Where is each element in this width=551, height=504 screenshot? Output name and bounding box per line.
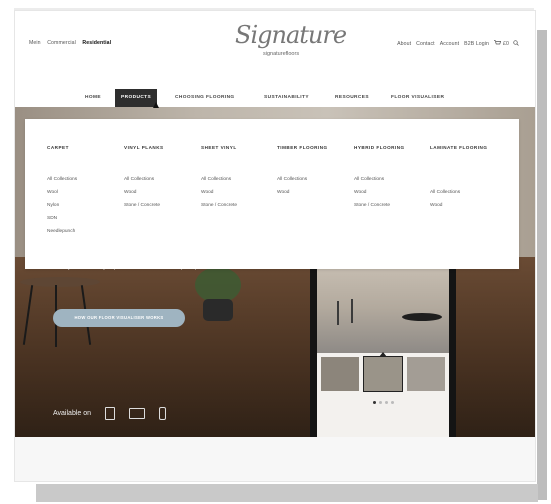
- tablet-icon: [105, 407, 116, 420]
- menu-link[interactable]: Needlepunch: [47, 225, 127, 238]
- floor-visualiser-cta-button[interactable]: HOW OUR FLOOR VISUALISER WORKS: [53, 309, 185, 327]
- available-on-label: Available on: [53, 410, 92, 417]
- menu-link[interactable]: Wood: [430, 199, 490, 212]
- utility-nav-left: Mein Commercial Residential: [29, 40, 116, 46]
- floor-swatch-selected[interactable]: [363, 356, 403, 392]
- menu-link[interactable]: All Collections: [124, 173, 204, 186]
- menu-link[interactable]: Wood: [201, 186, 281, 199]
- menu-link[interactable]: Nylon: [47, 199, 127, 212]
- signature-logo[interactable]: Signature signaturefloors: [225, 21, 347, 63]
- utility-link-mein[interactable]: Mein: [29, 40, 41, 46]
- menu-link[interactable]: All Collections: [201, 173, 281, 186]
- stool-leg: [351, 299, 353, 323]
- mouse-cursor-icon: [153, 102, 159, 108]
- menu-heading-laminate-flooring[interactable]: LAMINATE FLOORING: [430, 143, 490, 173]
- menu-link[interactable]: Stone / Concrete: [124, 199, 204, 212]
- search-icon[interactable]: [513, 40, 519, 48]
- card-shadow-right: [537, 30, 547, 500]
- menu-column-laminate-flooring: LAMINATE FLOORING All Collections Wood: [430, 143, 490, 212]
- menu-link[interactable]: All Collections: [430, 186, 490, 199]
- phone-icon: [159, 407, 167, 420]
- carousel-dot[interactable]: [385, 401, 388, 404]
- phone-mockup: [310, 251, 456, 437]
- cart-icon[interactable]: [494, 40, 502, 48]
- nav-floor-visualiser[interactable]: FLOOR VISUALISER: [391, 89, 444, 107]
- menu-link[interactable]: Stone / Concrete: [354, 199, 434, 212]
- menu-column-carpet: CARPET All Collections Wool Nylon SDN Ne…: [47, 143, 127, 238]
- nav-home[interactable]: HOME: [85, 89, 101, 107]
- cart-total[interactable]: £0: [503, 41, 509, 47]
- utility-link-account[interactable]: Account: [440, 41, 459, 47]
- menu-link[interactable]: Wood: [354, 186, 434, 199]
- menu-heading-vinyl-planks[interactable]: VINYL PLANKS: [124, 143, 204, 173]
- menu-heading-hybrid-flooring[interactable]: HYBRID FLOORING: [354, 143, 434, 173]
- nav-resources[interactable]: RESOURCES: [335, 89, 369, 107]
- menu-link[interactable]: Stone / Concrete: [201, 199, 281, 212]
- website-page: Mein Commercial Residential Signature si…: [14, 10, 536, 482]
- utility-link-residential[interactable]: Residential: [82, 40, 111, 46]
- menu-link[interactable]: SDN: [47, 212, 127, 225]
- carousel-dots: [373, 401, 397, 404]
- menu-link[interactable]: All Collections: [354, 173, 434, 186]
- utility-link-about[interactable]: About: [397, 41, 411, 47]
- logo-script-text: Signature: [235, 21, 347, 49]
- menu-column-hybrid-flooring: HYBRID FLOORING All Collections Wood Sto…: [354, 143, 434, 212]
- menu-link[interactable]: Wood: [277, 186, 357, 199]
- below-hero-section: [15, 437, 535, 481]
- phone-screen: [317, 261, 449, 437]
- menu-link[interactable]: All Collections: [277, 173, 357, 186]
- menu-link[interactable]: Wool: [47, 186, 127, 199]
- utility-link-b2b-login[interactable]: B2B Login: [464, 41, 489, 47]
- phone-table: [402, 313, 442, 321]
- utility-nav-right: About Contact Account B2B Login £0: [392, 40, 519, 48]
- plant: [195, 267, 241, 303]
- carousel-dot[interactable]: [373, 401, 376, 404]
- stool-leg: [337, 301, 339, 325]
- plant-pot: [203, 299, 233, 321]
- utility-link-contact[interactable]: Contact: [416, 41, 435, 47]
- card-shadow-bottom: [36, 484, 538, 502]
- menu-heading-carpet[interactable]: CARPET: [47, 143, 127, 173]
- carousel-dot[interactable]: [391, 401, 394, 404]
- products-mega-menu: CARPET All Collections Wool Nylon SDN Ne…: [25, 119, 519, 269]
- floor-swatch[interactable]: [407, 357, 445, 391]
- nav-products[interactable]: PRODUCTS: [115, 89, 158, 107]
- available-on: Available on: [53, 407, 180, 420]
- menu-column-timber-flooring: TIMBER FLOORING All Collections Wood: [277, 143, 357, 199]
- carousel-dot[interactable]: [379, 401, 382, 404]
- menu-link[interactable]: All Collections: [47, 173, 127, 186]
- menu-column-sheet-vinyl: SHEET VINYL All Collections Wood Stone /…: [201, 143, 281, 212]
- menu-column-vinyl-planks: VINYL PLANKS All Collections Wood Stone …: [124, 143, 204, 212]
- logo-subtext: signaturefloors: [263, 51, 300, 57]
- floor-swatch[interactable]: [321, 357, 359, 391]
- menu-heading-timber-flooring[interactable]: TIMBER FLOORING: [277, 143, 357, 173]
- nav-sustainability[interactable]: SUSTAINABILITY: [264, 89, 309, 107]
- main-nav: HOME PRODUCTS CHOOSING FLOORING SUSTAINA…: [15, 89, 535, 107]
- menu-link[interactable]: Wood: [124, 186, 204, 199]
- nav-choosing-flooring[interactable]: CHOOSING FLOORING: [175, 89, 235, 107]
- menu-link-spacer: [430, 173, 490, 186]
- menu-heading-sheet-vinyl[interactable]: SHEET VINYL: [201, 143, 281, 173]
- utility-link-commercial[interactable]: Commercial: [47, 40, 76, 46]
- laptop-icon: [129, 408, 146, 419]
